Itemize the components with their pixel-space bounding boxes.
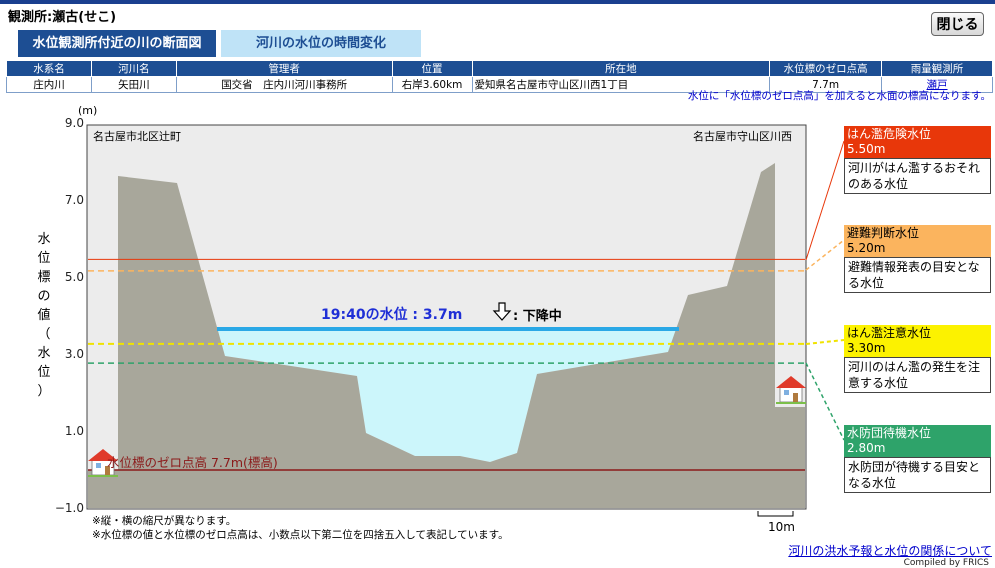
level-value: 5.20m — [847, 241, 886, 255]
level-box-standby: 水防団待機水位 2.80m 水防団が待機する目安となる水位 — [844, 425, 991, 493]
level-name: はん濫危険水位 — [847, 127, 932, 141]
level-description: 河川のはん濫の発生を注意する水位 — [844, 357, 991, 393]
level-value: 2.80m — [847, 441, 886, 455]
level-description: 避難情報発表の目安となる水位 — [844, 257, 991, 293]
connector-danger — [805, 140, 845, 261]
level-value: 5.50m — [847, 142, 886, 156]
footnote-scale: ※縦・横の縮尺が異なります。 — [92, 515, 237, 527]
footnote-rounding: ※水位標の値と水位標のゼロ点高は、小数点以下第二位を四捨五入して表記しています。 — [92, 529, 509, 541]
level-value: 3.30m — [847, 341, 886, 355]
level-description: 水防団が待機する目安となる水位 — [844, 457, 991, 493]
scale-label: 10m — [768, 520, 795, 534]
credit-text: Compiled by FRICS — [903, 558, 989, 568]
connector-caution — [805, 339, 845, 345]
zero-point-label: 水位標のゼロ点高 7.7m(標高) — [107, 455, 278, 470]
water-trend: : 下降中 — [513, 309, 562, 324]
right-bank-label: 名古屋市守山区川西 — [693, 130, 792, 143]
level-name: 避難判断水位 — [847, 226, 920, 240]
level-name: 水防団待機水位 — [847, 426, 932, 440]
level-description: 河川がはん濫するおそれのある水位 — [844, 158, 991, 194]
flood-forecast-link[interactable]: 河川の洪水予報と水位の関係について — [788, 542, 992, 559]
current-water-level: 19:40の水位 : 3.7m — [321, 307, 463, 323]
level-box-danger: はん濫危険水位 5.50m 河川がはん濫するおそれのある水位 — [844, 126, 991, 194]
level-box-evacuation: 避難判断水位 5.20m 避難情報発表の目安となる水位 — [844, 225, 991, 293]
connector-evacuation — [805, 239, 845, 271]
left-bank-label: 名古屋市北区辻町 — [93, 130, 181, 143]
connector-standby — [805, 362, 845, 441]
level-box-caution: はん濫注意水位 3.30m 河川のはん濫の発生を注意する水位 — [844, 325, 991, 393]
water-surface-line — [217, 327, 679, 331]
scale-bar — [757, 511, 794, 517]
level-name: はん濫注意水位 — [847, 326, 932, 340]
